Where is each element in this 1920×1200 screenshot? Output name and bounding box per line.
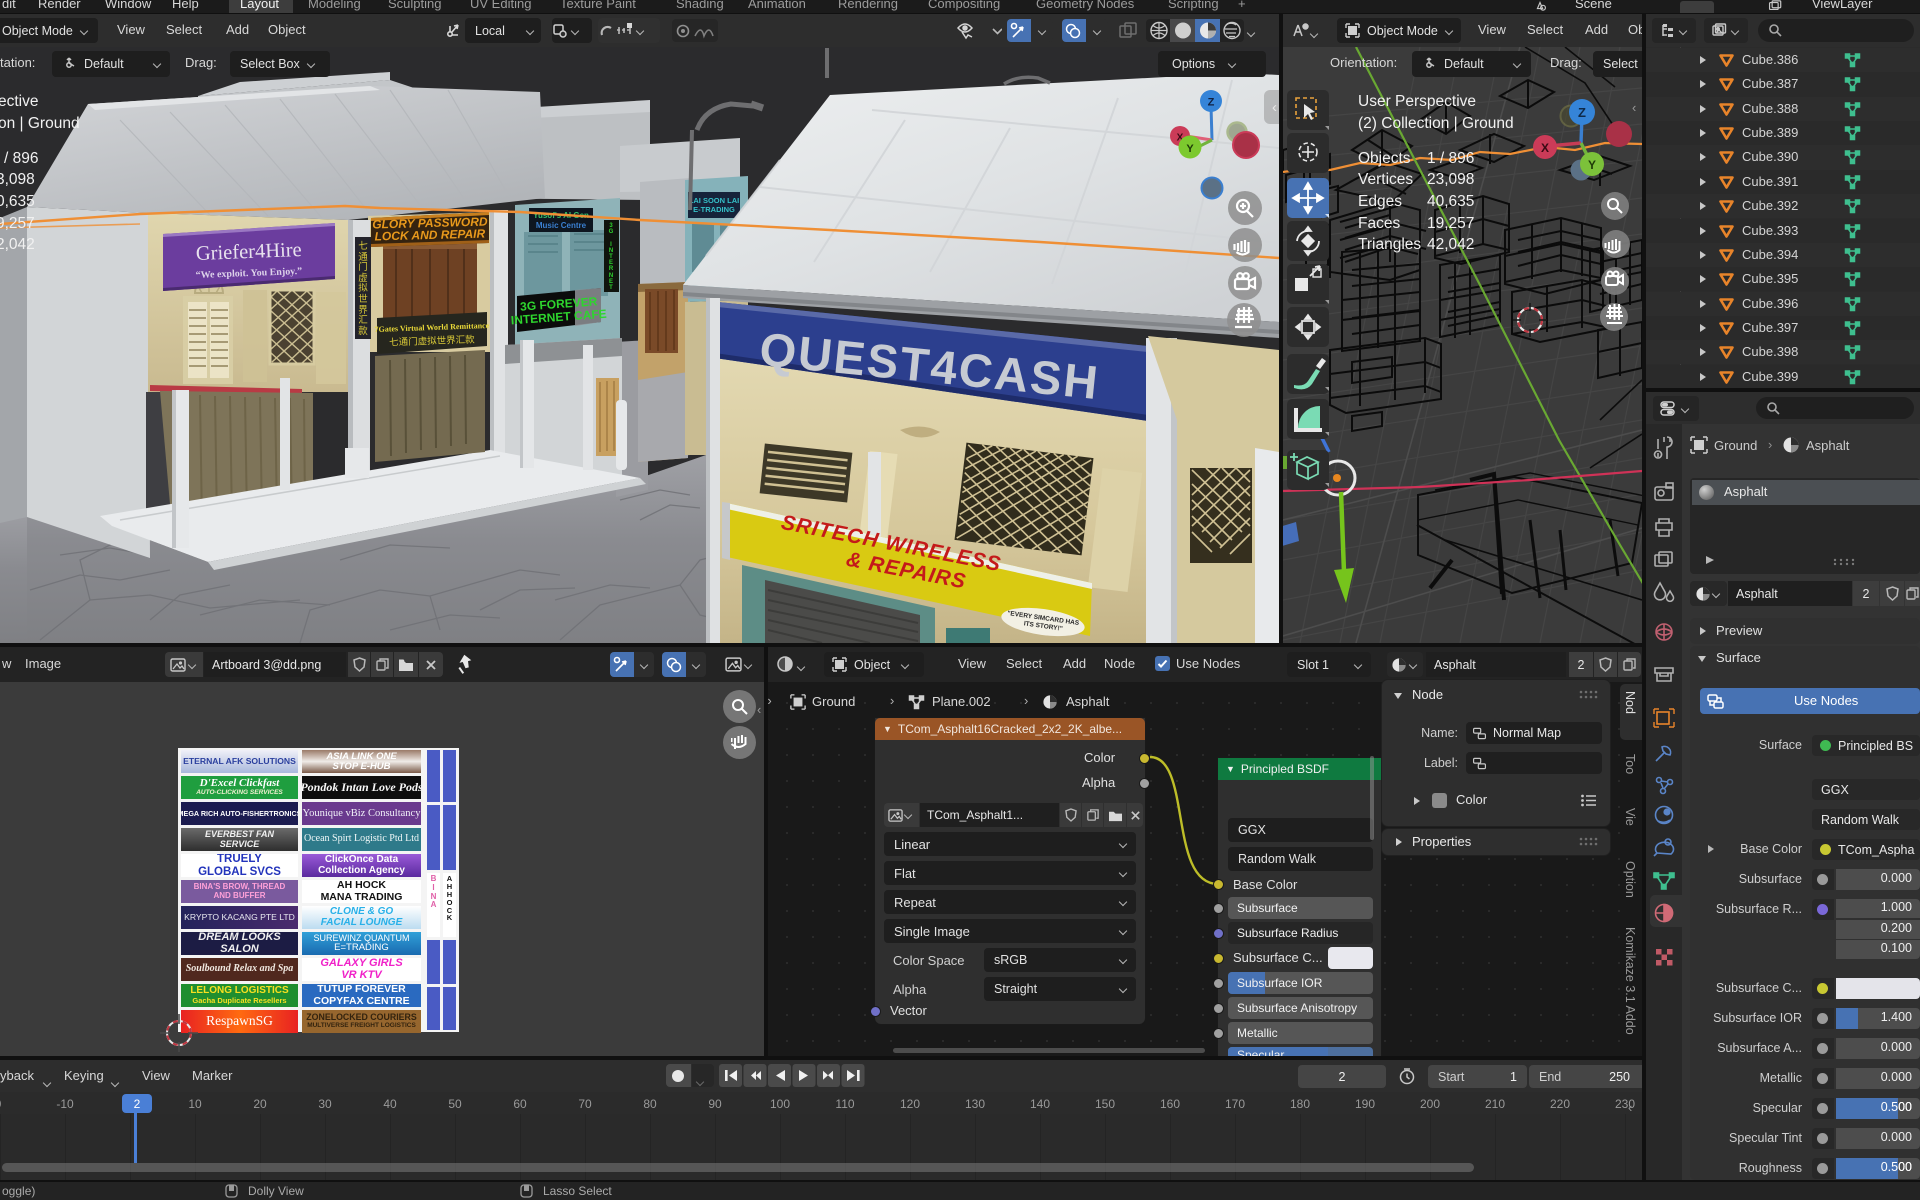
svg-text:User Perspective: User Perspective [1358, 93, 1476, 110]
svg-text:拟: 拟 [358, 282, 368, 294]
svg-text:3,098: 3,098 [0, 171, 35, 188]
svg-text:G: G [609, 229, 614, 235]
svg-text:Objects: Objects [1358, 150, 1411, 167]
svg-text:Faces: Faces [1358, 215, 1400, 232]
svg-text:汇: 汇 [358, 315, 368, 326]
svg-text:Z: Z [1208, 97, 1215, 109]
svg-text:LAI SOON LAI: LAI SOON LAI [689, 196, 739, 205]
svg-text:42,042: 42,042 [1427, 236, 1474, 253]
svg-text:2,042: 2,042 [0, 236, 35, 253]
svg-text:on | Ground: on | Ground [0, 115, 80, 132]
svg-text:‹: ‹ [1632, 100, 1636, 115]
svg-text:Z: Z [1578, 105, 1586, 120]
svg-text:Y: Y [1186, 143, 1194, 155]
svg-text:1 / 896: 1 / 896 [1427, 150, 1474, 167]
svg-text:门: 门 [358, 261, 368, 273]
svg-text:(2) Collection | Ground: (2) Collection | Ground [1358, 115, 1514, 132]
svg-text:Y: Y [1588, 158, 1596, 172]
svg-text:9,257: 9,257 [0, 215, 35, 232]
svg-text:ective: ective [0, 93, 39, 110]
svg-text:Griefer4Hire: Griefer4Hire [195, 239, 302, 265]
svg-text:X: X [1541, 141, 1549, 155]
svg-text:LOCK AND REPAIR: LOCK AND REPAIR [374, 227, 485, 244]
svg-text:世: 世 [358, 293, 368, 305]
svg-text:23,098: 23,098 [1427, 171, 1474, 188]
svg-text:Triangles: Triangles [1358, 236, 1421, 253]
svg-text:款: 款 [358, 325, 368, 337]
svg-text:Edges: Edges [1358, 193, 1402, 210]
svg-text:19,257: 19,257 [1427, 215, 1474, 232]
svg-text:七: 七 [358, 241, 368, 252]
svg-text:Vertices: Vertices [1358, 171, 1413, 188]
svg-text:/ 896: / 896 [4, 150, 38, 167]
svg-text:40,635: 40,635 [1427, 193, 1474, 210]
svg-text:E-TRADING: E-TRADING [693, 205, 735, 214]
svg-text:Music Centre: Music Centre [536, 221, 587, 230]
svg-text:0,635: 0,635 [0, 193, 35, 210]
svg-text:T: T [609, 285, 613, 291]
svg-text:R: R [609, 266, 614, 272]
svg-text:‹: ‹ [1272, 99, 1277, 116]
